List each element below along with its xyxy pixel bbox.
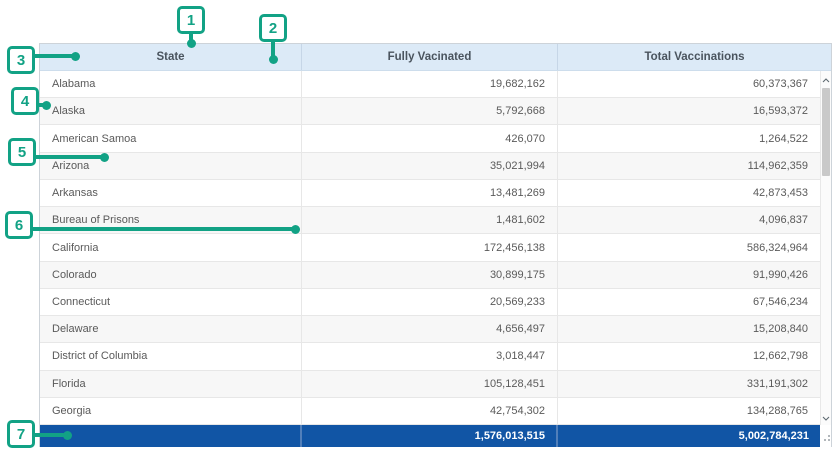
cell-state: Arkansas xyxy=(40,180,302,206)
table-corner xyxy=(820,425,831,447)
callout-dot-3 xyxy=(71,52,80,61)
table-row: Arkansas13,481,26942,873,453 xyxy=(40,180,820,207)
cell-state: Delaware xyxy=(40,316,302,342)
callout-stem-6 xyxy=(31,227,293,231)
cell-fully-vacinated: 4,656,497 xyxy=(302,316,558,342)
cell-fully-vacinated: 5,792,668 xyxy=(302,98,558,124)
cell-state: American Samoa xyxy=(40,125,302,151)
callout-stem-7 xyxy=(33,433,66,437)
scroll-up-button[interactable] xyxy=(821,72,831,86)
cell-total-vaccinations: 586,324,964 xyxy=(558,234,820,260)
callout-badge-5: 5 xyxy=(8,138,36,166)
cell-state: Colorado xyxy=(40,262,302,288)
column-header-total-vaccinations[interactable]: Total Vaccinations xyxy=(558,44,831,70)
table-body-rows: Alabama19,682,16260,373,367Alaska5,792,6… xyxy=(40,71,820,425)
vertical-scrollbar[interactable] xyxy=(820,71,831,425)
callout-dot-2 xyxy=(269,55,278,64)
cell-fully-vacinated: 105,128,451 xyxy=(302,371,558,397)
table-row: American Samoa426,0701,264,522 xyxy=(40,125,820,152)
cell-fully-vacinated: 426,070 xyxy=(302,125,558,151)
cell-total-vaccinations: 42,873,453 xyxy=(558,180,820,206)
cell-fully-vacinated: 172,456,138 xyxy=(302,234,558,260)
callout-badge-3: 3 xyxy=(7,46,35,74)
table-row: District of Columbia3,018,44712,662,798 xyxy=(40,343,820,370)
total-cell-fully-vacinated: 1,576,013,515 xyxy=(302,425,558,447)
column-header-fully-vacinated[interactable]: Fully Vacinated xyxy=(302,44,558,70)
cell-fully-vacinated: 30,899,175 xyxy=(302,262,558,288)
scroll-down-button[interactable] xyxy=(821,410,831,424)
scrollbar-thumb[interactable] xyxy=(822,88,830,176)
cell-fully-vacinated: 19,682,162 xyxy=(302,71,558,97)
callout-dot-4 xyxy=(42,101,51,110)
resize-grip-icon[interactable] xyxy=(822,429,831,447)
cell-total-vaccinations: 12,662,798 xyxy=(558,343,820,369)
callout-dot-1 xyxy=(187,39,196,48)
table-body: Alabama19,682,16260,373,367Alaska5,792,6… xyxy=(40,71,831,425)
callout-badge-2: 2 xyxy=(259,14,287,42)
total-cell-total-vaccinations: 5,002,784,231 xyxy=(558,425,820,447)
cell-fully-vacinated: 3,018,447 xyxy=(302,343,558,369)
table-row: Alabama19,682,16260,373,367 xyxy=(40,71,820,98)
cell-total-vaccinations: 15,208,840 xyxy=(558,316,820,342)
table-row: Delaware4,656,49715,208,840 xyxy=(40,316,820,343)
callout-dot-5 xyxy=(100,153,109,162)
table-row: Colorado30,899,17591,990,426 xyxy=(40,262,820,289)
vaccinations-table: State Fully Vacinated Total Vaccinations… xyxy=(39,43,832,447)
cell-total-vaccinations: 16,593,372 xyxy=(558,98,820,124)
cell-state: Connecticut xyxy=(40,289,302,315)
callout-dot-7 xyxy=(63,431,72,440)
table-row: Connecticut20,569,23367,546,234 xyxy=(40,289,820,316)
cell-total-vaccinations: 60,373,367 xyxy=(558,71,820,97)
callout-stem-3 xyxy=(33,54,73,58)
table-header-row: State Fully Vacinated Total Vaccinations xyxy=(40,44,831,71)
callout-badge-6: 6 xyxy=(5,211,33,239)
cell-total-vaccinations: 91,990,426 xyxy=(558,262,820,288)
cell-total-vaccinations: 114,962,359 xyxy=(558,153,820,179)
callout-badge-7: 7 xyxy=(7,420,35,448)
cell-fully-vacinated: 13,481,269 xyxy=(302,180,558,206)
cell-fully-vacinated: 1,481,602 xyxy=(302,207,558,233)
cell-total-vaccinations: 67,546,234 xyxy=(558,289,820,315)
cell-state: Alaska xyxy=(40,98,302,124)
table-row: Florida105,128,451331,191,302 xyxy=(40,371,820,398)
table-row: Georgia42,754,302134,288,765 xyxy=(40,398,820,425)
callout-badge-4: 4 xyxy=(11,87,39,115)
total-cell-state xyxy=(40,425,302,447)
callout-dot-6 xyxy=(291,225,300,234)
table-row: California172,456,138586,324,964 xyxy=(40,234,820,261)
cell-state: California xyxy=(40,234,302,260)
cell-state: Georgia xyxy=(40,398,302,424)
table-total-row: 1,576,013,515 5,002,784,231 xyxy=(40,425,820,447)
cell-total-vaccinations: 331,191,302 xyxy=(558,371,820,397)
cell-total-vaccinations: 4,096,837 xyxy=(558,207,820,233)
callout-badge-1: 1 xyxy=(177,6,205,34)
chevron-down-icon xyxy=(822,408,830,426)
cell-fully-vacinated: 35,021,994 xyxy=(302,153,558,179)
cell-fully-vacinated: 42,754,302 xyxy=(302,398,558,424)
table-row: Alaska5,792,66816,593,372 xyxy=(40,98,820,125)
cell-total-vaccinations: 134,288,765 xyxy=(558,398,820,424)
callout-stem-5 xyxy=(34,155,102,159)
cell-state: Florida xyxy=(40,371,302,397)
table-row: Arizona35,021,994114,962,359 xyxy=(40,153,820,180)
cell-fully-vacinated: 20,569,233 xyxy=(302,289,558,315)
cell-total-vaccinations: 1,264,522 xyxy=(558,125,820,151)
chevron-up-icon xyxy=(822,70,830,88)
cell-state: District of Columbia xyxy=(40,343,302,369)
cell-state: Alabama xyxy=(40,71,302,97)
table-total-band: 1,576,013,515 5,002,784,231 xyxy=(40,425,831,447)
